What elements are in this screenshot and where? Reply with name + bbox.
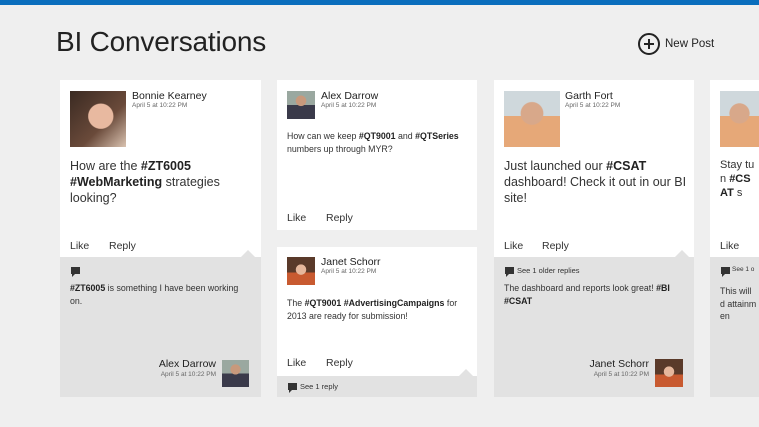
like-button[interactable]: Like bbox=[504, 240, 523, 252]
avatar[interactable] bbox=[720, 91, 759, 147]
caret bbox=[241, 250, 255, 257]
comment-icon bbox=[71, 267, 80, 277]
reply-author[interactable]: Alex Darrow bbox=[159, 358, 216, 370]
page-title: BI Conversations bbox=[56, 26, 267, 57]
post-card: Garth Fort April 5 at 10:22 PM Just laun… bbox=[494, 80, 694, 397]
reply-date: April 5 at 10:22 PM bbox=[593, 371, 649, 378]
see-replies-link[interactable]: See 1 o bbox=[732, 266, 758, 274]
comment-icon bbox=[505, 267, 514, 277]
comment-icon bbox=[288, 383, 297, 393]
avatar[interactable] bbox=[504, 91, 560, 147]
post-card: Janet Schorr April 5 at 10:22 PM The #QT… bbox=[277, 247, 477, 397]
reply-text: The dashboard and reports look great! #B… bbox=[504, 283, 670, 306]
post-card: Alex Darrow April 5 at 10:22 PM How can … bbox=[277, 80, 477, 230]
reply-text: #ZT6005 is something I have been working… bbox=[70, 283, 239, 306]
post-card: Stay tun #CSAT s Like See 1 o This will … bbox=[710, 80, 759, 397]
see-replies-link[interactable]: See 1 older replies bbox=[517, 266, 580, 275]
like-button[interactable]: Like bbox=[287, 212, 306, 224]
reply-author[interactable]: Janet Schorr bbox=[589, 358, 649, 370]
top-accent-bar bbox=[0, 0, 759, 5]
post-text: Stay tun #CSAT s bbox=[720, 159, 755, 199]
like-button[interactable]: Like bbox=[70, 240, 89, 252]
post-text: The #QT9001 #AdvertisingCampaigns for 20… bbox=[287, 298, 458, 321]
reply-date: April 5 at 10:22 PM bbox=[160, 371, 216, 378]
avatar[interactable] bbox=[655, 359, 683, 387]
reply-section: #ZT6005 is something I have been working… bbox=[60, 250, 261, 397]
see-replies-link[interactable]: See 1 reply bbox=[300, 382, 338, 391]
author-name[interactable]: Bonnie Kearney bbox=[132, 90, 207, 102]
post-card: Bonnie Kearney April 5 at 10:22 PM How a… bbox=[60, 80, 261, 397]
author-name[interactable]: Alex Darrow bbox=[321, 90, 378, 102]
comment-icon bbox=[721, 267, 730, 277]
like-button[interactable]: Like bbox=[720, 240, 739, 252]
post-date: April 5 at 10:22 PM bbox=[321, 102, 377, 109]
post-text: Just launched our #CSAT dashboard! Check… bbox=[504, 159, 687, 205]
reply-button[interactable]: Reply bbox=[326, 357, 353, 369]
reply-text: This will d attainmen bbox=[720, 286, 757, 321]
author-name[interactable]: Garth Fort bbox=[565, 90, 613, 102]
avatar[interactable] bbox=[222, 360, 249, 387]
like-button[interactable]: Like bbox=[287, 357, 306, 369]
caret bbox=[459, 369, 473, 376]
author-name[interactable]: Janet Schorr bbox=[321, 256, 381, 268]
post-date: April 5 at 10:22 PM bbox=[132, 102, 188, 109]
reply-section: See 1 reply bbox=[277, 369, 477, 397]
avatar[interactable] bbox=[70, 91, 126, 147]
reply-section: See 1 older replies The dashboard and re… bbox=[494, 250, 694, 397]
post-date: April 5 at 10:22 PM bbox=[565, 102, 621, 109]
post-text: How are the #ZT6005 #WebMarketing strateg… bbox=[70, 159, 220, 205]
new-post-label: New Post bbox=[665, 38, 715, 50]
reply-section: See 1 o This will d attainmen bbox=[710, 257, 759, 397]
avatar[interactable] bbox=[287, 257, 315, 285]
caret bbox=[675, 250, 689, 257]
reply-button[interactable]: Reply bbox=[542, 240, 569, 252]
reply-button[interactable]: Reply bbox=[109, 240, 136, 252]
plus-circle-icon bbox=[638, 33, 660, 55]
reply-button[interactable]: Reply bbox=[326, 212, 353, 224]
avatar[interactable] bbox=[287, 91, 315, 119]
post-text: How can we keep #QT9001 and #QTSeries nu… bbox=[287, 131, 459, 154]
new-post-button[interactable]: New Post bbox=[638, 33, 714, 55]
post-date: April 5 at 10:22 PM bbox=[321, 268, 377, 275]
